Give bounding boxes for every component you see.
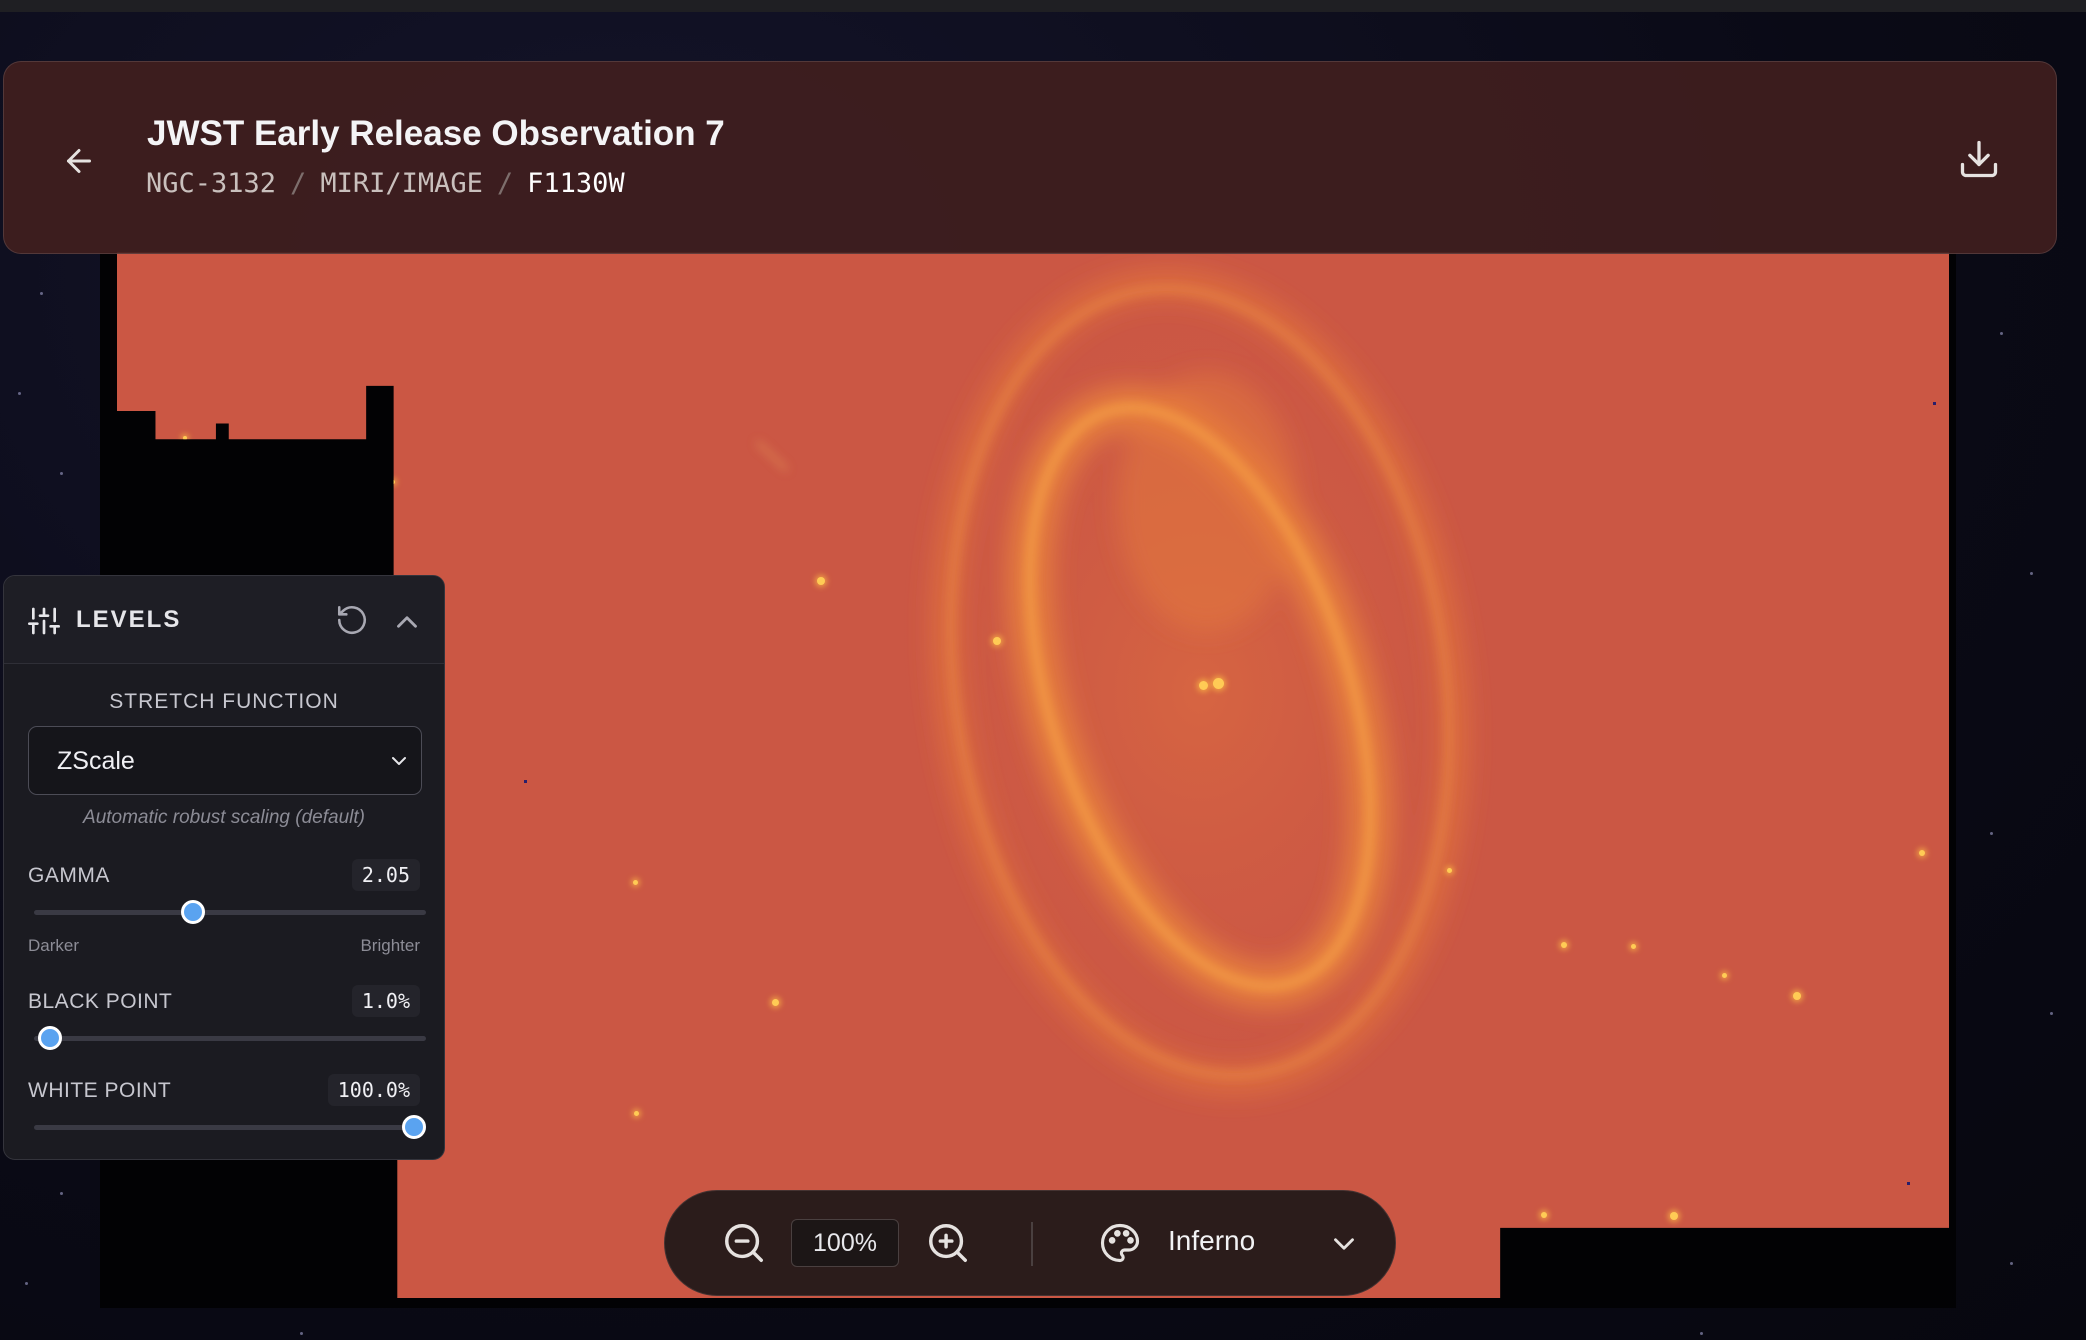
breadcrumb: NGC-3132 / MIRI/IMAGE / F1130W bbox=[146, 168, 625, 199]
field-star bbox=[817, 577, 825, 585]
breadcrumb-filter: F1130W bbox=[527, 168, 625, 199]
gamma-max-label: Brighter bbox=[360, 936, 420, 955]
field-star bbox=[1541, 1212, 1547, 1218]
gamma-slider[interactable] bbox=[34, 900, 426, 924]
observation-header bbox=[3, 61, 2057, 254]
gamma-min-label: Darker bbox=[28, 936, 80, 955]
field-star bbox=[1447, 868, 1452, 873]
white-point-slider[interactable] bbox=[34, 1115, 426, 1139]
chevron-down-icon bbox=[392, 757, 406, 765]
levels-title: LEVELS bbox=[76, 606, 182, 633]
toolbar-divider bbox=[1031, 1222, 1033, 1266]
back-button[interactable] bbox=[52, 134, 106, 188]
black-point-slider[interactable] bbox=[34, 1026, 426, 1050]
arrow-left-icon bbox=[67, 149, 91, 173]
zoom-out-icon bbox=[725, 1224, 763, 1262]
field-star bbox=[1793, 992, 1801, 1000]
zoom-in-icon bbox=[929, 1224, 967, 1262]
white-point-value[interactable]: 100.0% bbox=[327, 1074, 420, 1106]
chevron-down-icon[interactable] bbox=[1327, 1227, 1361, 1261]
zoom-out-button[interactable] bbox=[719, 1218, 769, 1268]
field-star bbox=[1561, 942, 1567, 948]
palette-icon bbox=[1100, 1223, 1140, 1263]
field-star bbox=[1631, 944, 1636, 949]
white-point-label: WHITE POINT bbox=[28, 1079, 172, 1102]
view-toolbar: 100% Inferno bbox=[664, 1190, 1396, 1296]
stretch-function-select[interactable]: ZScale bbox=[28, 726, 422, 795]
breadcrumb-separator: / bbox=[290, 168, 307, 199]
field-star bbox=[633, 880, 638, 885]
stretch-function-hint: Automatic robust scaling (default) bbox=[83, 807, 365, 828]
central-star bbox=[1199, 681, 1208, 690]
chevron-up-icon[interactable] bbox=[390, 605, 424, 639]
black-point-slider-handle[interactable] bbox=[37, 1026, 62, 1050]
zoom-level[interactable]: 100% bbox=[791, 1219, 899, 1267]
levels-panel: LEVELS STRETCH FUNCTION ZScale Automatic… bbox=[3, 575, 445, 1160]
gamma-label: GAMMA bbox=[28, 864, 110, 887]
breadcrumb-separator: / bbox=[496, 168, 514, 199]
breadcrumb-instrument[interactable]: MIRI/IMAGE bbox=[320, 168, 483, 199]
colormap-button[interactable] bbox=[1095, 1218, 1145, 1268]
stretch-function-label: STRETCH FUNCTION bbox=[109, 690, 339, 713]
field-star bbox=[1919, 850, 1925, 856]
field-star bbox=[1670, 1212, 1678, 1220]
field-star bbox=[634, 1111, 639, 1116]
white-point-slider-handle[interactable] bbox=[402, 1115, 426, 1139]
reset-icon[interactable] bbox=[335, 603, 369, 637]
central-star bbox=[1213, 678, 1224, 689]
field-star bbox=[772, 999, 779, 1006]
download-icon bbox=[1960, 140, 1998, 178]
colormap-label[interactable]: Inferno bbox=[1168, 1225, 1255, 1257]
stretch-function-value: ZScale bbox=[57, 747, 135, 775]
field-star bbox=[993, 637, 1001, 645]
zoom-in-button[interactable] bbox=[923, 1218, 973, 1268]
field-star bbox=[1722, 973, 1727, 978]
download-button[interactable] bbox=[1954, 132, 2004, 186]
gamma-value[interactable]: 2.05 bbox=[351, 859, 420, 891]
sliders-icon bbox=[28, 607, 60, 635]
breadcrumb-target[interactable]: NGC-3132 bbox=[146, 168, 276, 199]
levels-panel-header: LEVELS bbox=[4, 576, 444, 664]
page-title: JWST Early Release Observation 7 bbox=[147, 114, 725, 153]
gamma-slider-handle[interactable] bbox=[181, 900, 206, 924]
black-point-label: BLACK POINT bbox=[28, 990, 173, 1013]
black-point-value[interactable]: 1.0% bbox=[351, 985, 420, 1017]
